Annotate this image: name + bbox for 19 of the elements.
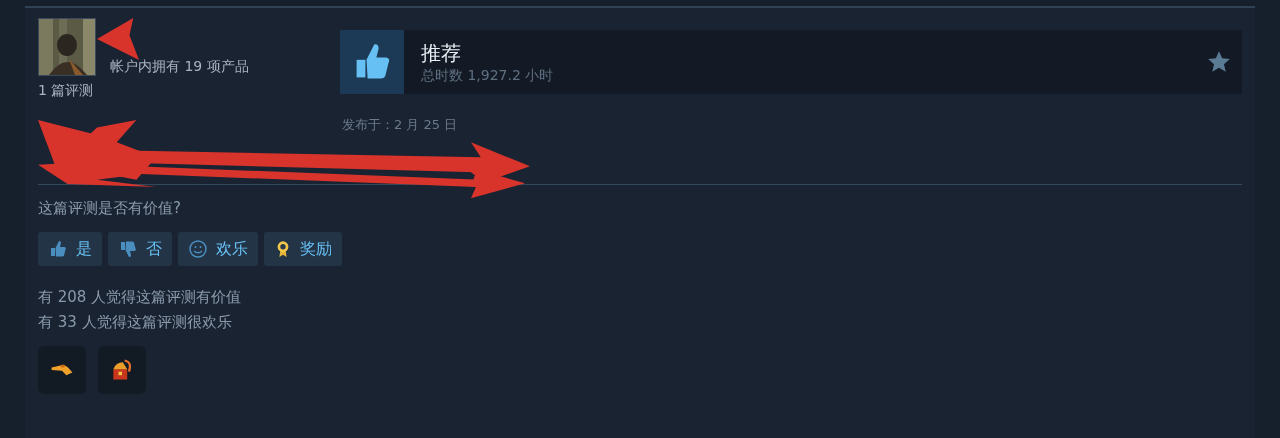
owned-products: 帐户内拥有 19 项产品 [110,58,249,76]
vote-count: 有 208 人觉得这篇评测有价值 [38,288,242,307]
playtime: 总时数 1,927.2 小时 [421,66,555,85]
treasure-chest-icon[interactable] [98,346,146,394]
yes-button[interactable]: 是 [38,232,102,266]
smiley-icon [188,239,208,259]
funny-button[interactable]: 欢乐 [178,232,258,266]
thumbs-up-icon [48,239,68,259]
helpful-prompt: 这篇评测是否有价值? [38,199,182,218]
review-count[interactable]: 1 篇评测 [38,82,94,100]
award-icon[interactable] [38,346,86,394]
verdict-title: 推荐 [421,39,462,67]
arrow-drawing [97,18,139,60]
star-icon[interactable] [1206,49,1232,75]
no-button[interactable]: 否 [108,232,172,266]
posted-date: 发布于：2 月 25 日 [342,116,459,134]
award-button[interactable]: 奖励 [264,232,342,266]
vote-count: 有 33 人觉得这篇评测很欢乐 [38,313,232,332]
thumbs-down-icon [118,239,138,259]
